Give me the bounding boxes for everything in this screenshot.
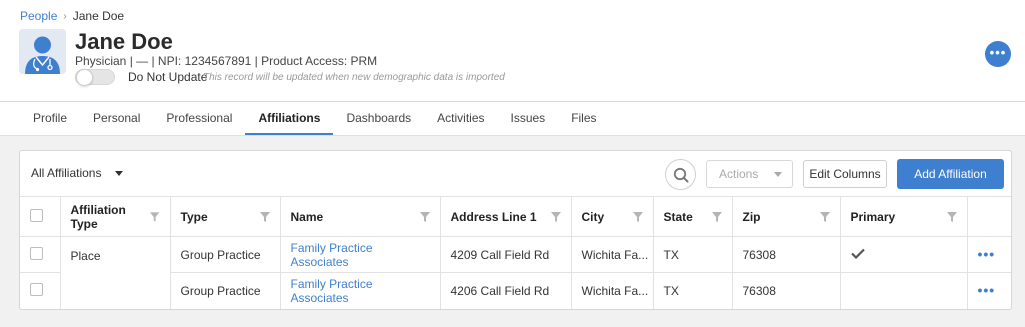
- doctor-avatar-icon: [19, 29, 66, 74]
- row-checkbox[interactable]: [30, 246, 43, 260]
- search-button[interactable]: [665, 159, 696, 190]
- tab-activities[interactable]: Activities: [424, 102, 497, 135]
- column-header-affiliation-type[interactable]: Affiliation Type: [60, 196, 171, 237]
- filter-icon[interactable]: [419, 211, 430, 222]
- do-not-update-toggle[interactable]: [75, 69, 115, 86]
- breadcrumb: People › Jane Doe: [20, 9, 124, 23]
- zip-cell: 76308: [732, 272, 841, 309]
- ellipsis-icon[interactable]: •••: [978, 246, 996, 262]
- affiliations-panel: All Affiliations Actions Edit Columns Ad…: [19, 150, 1012, 310]
- tab-affiliations[interactable]: Affiliations: [245, 102, 334, 135]
- more-options-button[interactable]: •••: [985, 41, 1011, 67]
- address-cell: 4206 Call Field Rd: [440, 272, 572, 309]
- table-header-row: Affiliation Type Type Name Address Line …: [20, 196, 1011, 237]
- table-row: Place Group Practice Family Practice Ass…: [20, 236, 1011, 309]
- column-label: Zip: [742, 209, 761, 224]
- filter-icon[interactable]: [632, 211, 643, 222]
- name-cell: Family Practice Associates: [280, 236, 441, 273]
- column-label: City: [581, 209, 605, 224]
- row-checkbox[interactable]: [30, 282, 43, 296]
- filter-icon[interactable]: [150, 211, 160, 222]
- affiliations-table: Affiliation Type Type Name Address Line …: [20, 196, 1011, 309]
- select-all-checkbox[interactable]: [30, 208, 43, 222]
- add-affiliation-button[interactable]: Add Affiliation: [897, 159, 1004, 189]
- tab-personal[interactable]: Personal: [80, 102, 153, 135]
- filter-icon[interactable]: [711, 211, 722, 222]
- do-not-update-note: This record will be updated when new dem…: [203, 72, 505, 83]
- more-options-icon: •••: [989, 44, 1007, 60]
- column-label: Primary: [850, 209, 896, 224]
- affiliations-toolbar: All Affiliations Actions Edit Columns Ad…: [20, 151, 1011, 196]
- tab-files[interactable]: Files: [558, 102, 609, 135]
- affiliation-name-link[interactable]: Family Practice Associates: [291, 241, 373, 269]
- filter-icon[interactable]: [550, 211, 561, 222]
- person-subtitle: Physician | — | NPI: 1234567891 | Produc…: [75, 54, 378, 68]
- column-header-name[interactable]: Name: [280, 196, 441, 237]
- chevron-down-icon: [115, 170, 124, 176]
- filter-icon[interactable]: [819, 211, 830, 222]
- affiliation-name-link[interactable]: Family Practice Associates: [291, 277, 373, 305]
- column-header-city[interactable]: City: [571, 196, 654, 237]
- affiliation-type-cell: Place: [60, 236, 171, 309]
- breadcrumb-people-link[interactable]: People: [20, 9, 57, 23]
- filter-icon[interactable]: [946, 211, 957, 222]
- affiliation-filter-value: All Affiliations: [31, 166, 102, 180]
- tab-issues[interactable]: Issues: [498, 102, 559, 135]
- actions-label: Actions: [719, 167, 759, 181]
- column-header-type[interactable]: Type: [170, 196, 281, 237]
- check-icon: [850, 248, 865, 259]
- address-cell: 4209 Call Field Rd: [440, 236, 572, 273]
- tab-professional[interactable]: Professional: [153, 102, 245, 135]
- actions-dropdown[interactable]: Actions: [706, 160, 793, 188]
- row-actions-header: [967, 196, 1011, 237]
- column-label: Affiliation Type: [70, 202, 126, 231]
- type-cell: Group Practice: [170, 236, 281, 273]
- city-cell: Wichita Fa...: [571, 272, 654, 309]
- column-header-zip[interactable]: Zip: [732, 196, 841, 237]
- column-header-state[interactable]: State: [653, 196, 733, 237]
- tab-bar: Profile Personal Professional Affiliatio…: [20, 102, 610, 135]
- do-not-update-label: Do Not Update: [128, 70, 208, 84]
- column-label: Address Line 1: [450, 209, 537, 224]
- tab-profile[interactable]: Profile: [20, 102, 80, 135]
- ellipsis-icon[interactable]: •••: [978, 282, 996, 298]
- row-actions-cell: •••: [967, 236, 1011, 273]
- state-cell: TX: [653, 272, 733, 309]
- primary-cell: [840, 272, 968, 309]
- edit-columns-button[interactable]: Edit Columns: [803, 160, 887, 188]
- row-select-cell: [20, 236, 61, 273]
- zip-cell: 76308: [732, 236, 841, 273]
- person-name: Jane Doe: [75, 29, 173, 54]
- affiliation-filter-select[interactable]: All Affiliations: [31, 166, 124, 180]
- city-cell: Wichita Fa...: [571, 236, 654, 273]
- state-cell: TX: [653, 236, 733, 273]
- column-header-primary[interactable]: Primary: [840, 196, 968, 237]
- name-cell: Family Practice Associates: [280, 272, 441, 309]
- column-label: Name: [290, 209, 324, 224]
- tab-dashboards[interactable]: Dashboards: [333, 102, 424, 135]
- toggle-knob: [76, 69, 93, 86]
- row-actions-cell: •••: [967, 272, 1011, 309]
- column-header-address-line-1[interactable]: Address Line 1: [440, 196, 572, 237]
- search-icon: [673, 167, 689, 183]
- breadcrumb-separator-icon: ›: [63, 10, 67, 22]
- select-all-cell: [20, 196, 61, 237]
- column-label: Type: [180, 209, 208, 224]
- chevron-down-icon: [774, 171, 783, 177]
- primary-cell: [840, 236, 968, 273]
- breadcrumb-current: Jane Doe: [72, 9, 125, 23]
- column-label: State: [663, 209, 693, 224]
- row-select-cell: [20, 272, 61, 309]
- type-cell: Group Practice: [170, 272, 281, 309]
- filter-icon[interactable]: [259, 211, 270, 222]
